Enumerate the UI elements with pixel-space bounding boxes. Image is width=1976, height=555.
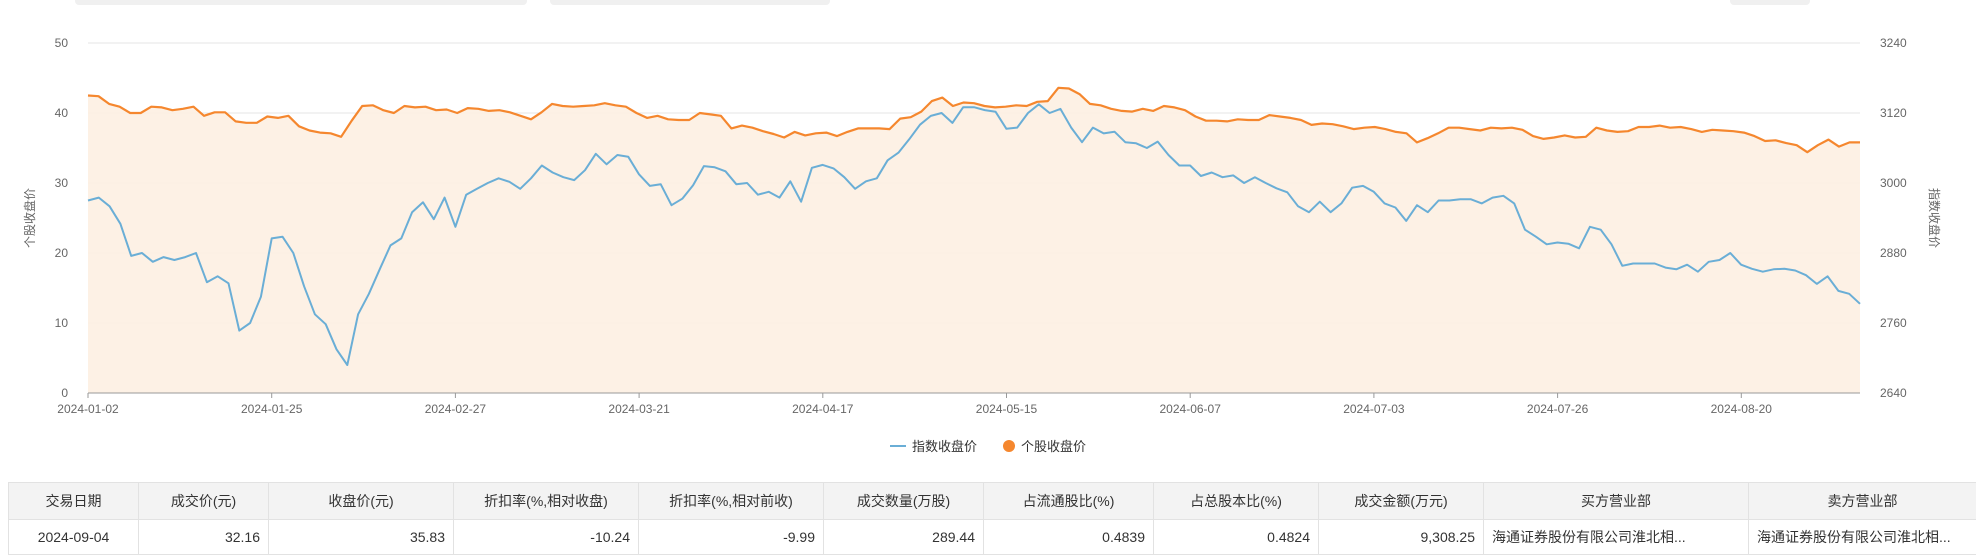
legend-label-stock: 个股收盘价: [1021, 439, 1087, 454]
chart-legend: 指数收盘价 个股收盘价: [0, 436, 1976, 455]
legend-line-icon: [889, 444, 906, 447]
stock-area-fill: [88, 87, 1860, 394]
legend-dot-icon: [1003, 439, 1015, 452]
right-tick-label: 3240: [1880, 36, 1907, 50]
header-trade-date[interactable]: 交易日期: [8, 482, 139, 520]
header-discount-prev[interactable]: 折扣率(%,相对前收): [638, 482, 824, 520]
legend-item-index[interactable]: 指数收盘价: [889, 436, 977, 455]
header-volume[interactable]: 成交数量(万股): [823, 482, 984, 520]
table-header-row: 交易日期 成交价(元) 收盘价(元) 折扣率(%,相对收盘) 折扣率(%,相对前…: [8, 482, 1976, 520]
right-tick-label: 3000: [1880, 176, 1907, 190]
left-tick-label: 50: [55, 36, 69, 50]
right-tick-label: 2640: [1880, 386, 1907, 400]
x-tick-label: 2024-01-25: [241, 402, 303, 416]
cell-trade-date: 2024-09-04: [8, 519, 139, 555]
left-tick-label: 10: [55, 316, 69, 330]
cell-discount-prev: -9.99: [638, 519, 824, 555]
right-tick-label: 2880: [1880, 246, 1907, 260]
header-seller[interactable]: 卖方营业部: [1748, 482, 1976, 520]
x-tick-label: 2024-08-20: [1711, 402, 1773, 416]
price-chart: 0 10 20 30 40 50 2640 2760 2880 3000 3120 3240 个股收盘价…: [22, 36, 1942, 416]
right-tick-label: 3120: [1880, 106, 1907, 120]
left-tick-label: 20: [55, 246, 69, 260]
cell-close-price: 35.83: [268, 519, 454, 555]
legend-item-stock[interactable]: 个股收盘价: [1003, 436, 1086, 455]
left-tick-label: 40: [55, 106, 69, 120]
header-deal-price[interactable]: 成交价(元): [138, 482, 269, 520]
header-amount[interactable]: 成交金额(万元): [1318, 482, 1484, 520]
x-tick-label: 2024-07-26: [1527, 402, 1589, 416]
cell-deal-price: 32.16: [138, 519, 269, 555]
cell-seller[interactable]: 海通证券股份有限公司淮北相...: [1748, 519, 1976, 555]
cell-volume: 289.44: [823, 519, 984, 555]
x-tick-label: 2024-05-15: [976, 402, 1038, 416]
legend-label-index: 指数收盘价: [911, 439, 977, 454]
header-total-ratio[interactable]: 占总股本比(%): [1153, 482, 1319, 520]
left-axis-title: 个股收盘价: [22, 188, 37, 248]
x-tick-label: 2024-02-27: [425, 402, 487, 416]
header-discount-close[interactable]: 折扣率(%,相对收盘): [453, 482, 639, 520]
header-close-price[interactable]: 收盘价(元): [268, 482, 454, 520]
x-tick-label: 2024-04-17: [792, 402, 854, 416]
right-tick-label: 2760: [1880, 316, 1907, 330]
cell-discount-close: -10.24: [453, 519, 639, 555]
x-tick-label: 2024-07-03: [1343, 402, 1405, 416]
x-tick-label: 2024-06-07: [1160, 402, 1222, 416]
header-float-ratio[interactable]: 占流通股比(%): [983, 482, 1154, 520]
block-trade-table: 交易日期 成交价(元) 收盘价(元) 折扣率(%,相对收盘) 折扣率(%,相对前…: [8, 482, 1976, 555]
cell-total-ratio: 0.4824: [1153, 519, 1319, 555]
header-buyer[interactable]: 买方营业部: [1483, 482, 1749, 520]
x-tick-label: 2024-03-21: [608, 402, 670, 416]
cell-amount: 9,308.25: [1318, 519, 1484, 555]
left-tick-label: 0: [61, 386, 68, 400]
right-axis-title: 指数收盘价: [1927, 188, 1942, 248]
cell-float-ratio: 0.4839: [983, 519, 1154, 555]
cell-buyer[interactable]: 海通证券股份有限公司淮北相...: [1483, 519, 1749, 555]
left-tick-label: 30: [55, 176, 69, 190]
x-tick-label: 2024-01-02: [57, 402, 119, 416]
table-row[interactable]: 2024-09-04 32.16 35.83 -10.24 -9.99 289.…: [8, 519, 1976, 555]
